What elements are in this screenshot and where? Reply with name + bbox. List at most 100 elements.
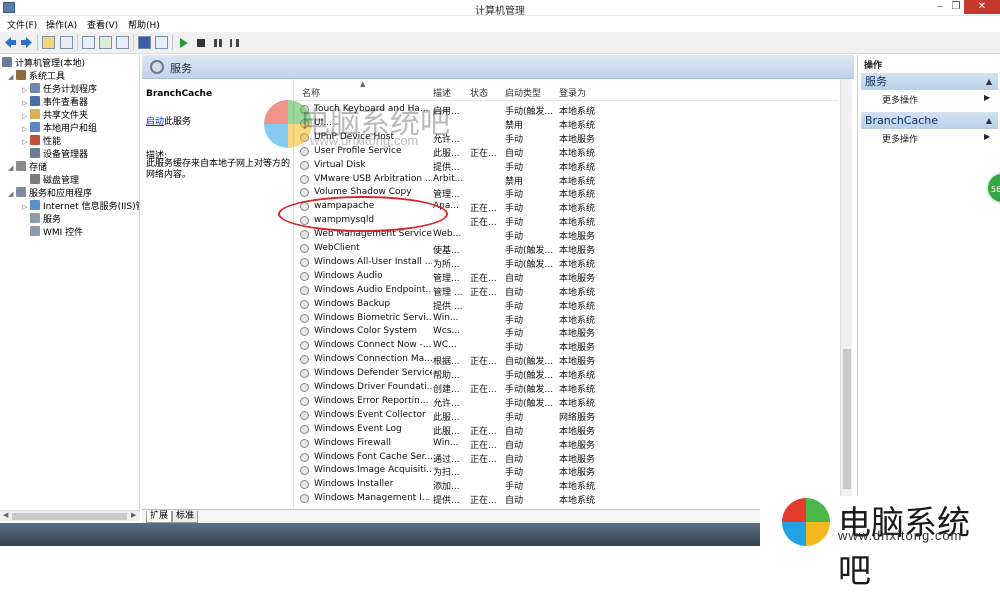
tree-item-iis[interactable]: ▷ Internet 信息服务(IIS)管 xyxy=(22,200,140,214)
tree-item-label: WMI 控件 xyxy=(43,228,84,238)
cell-name: Windows Connect Now -... xyxy=(314,340,432,351)
menu-file[interactable]: 文件(F) xyxy=(7,18,37,31)
table-row[interactable]: Windows Management I... 提供... 正在... 自动 本地系统 xyxy=(294,491,838,506)
table-row[interactable]: Windows Audio Endpoint... 管理 ... 正在... 自动 本地… xyxy=(294,283,838,298)
table-row[interactable]: Windows Connection Ma... 根据... 正在... 自动(触发.… xyxy=(294,352,838,367)
scroll-right-icon[interactable]: ▶ xyxy=(131,511,136,519)
tree-horizontal-scrollbar[interactable]: ◀ ▶ xyxy=(0,510,140,521)
collapse-up-icon[interactable]: ▲ xyxy=(986,73,992,90)
tree-item-wmi-control[interactable]: WMI 控件 xyxy=(30,226,83,239)
tab-extended[interactable]: 扩展 xyxy=(146,511,173,523)
table-row[interactable]: Windows Event Log 此服... 正在... 自动 本地服务 xyxy=(294,422,838,437)
tree-item-task-scheduler[interactable]: ▷ 任务计划程序 xyxy=(22,83,97,96)
cell-name: Windows Connection Ma... xyxy=(314,354,432,365)
event-viewer-icon xyxy=(30,96,40,106)
export-list-icon[interactable] xyxy=(116,36,129,49)
service-gear-icon xyxy=(300,480,309,490)
table-row[interactable]: Windows Firewall Win... 正在... 自动 本地服务 xyxy=(294,436,838,451)
section-label: BranchCache xyxy=(865,114,939,127)
actions-section-branchcache[interactable]: BranchCache ▲ xyxy=(861,112,998,129)
table-row[interactable]: Windows Image Acquisiti... 为扫... 手动 本地服务 xyxy=(294,463,838,478)
table-row[interactable]: WebClient 使基... 手动(触发... 本地服务 xyxy=(294,241,838,256)
column-log-on-as[interactable]: 登录为 xyxy=(559,86,586,99)
table-row[interactable]: Virtual Disk 提供... 手动 本地系统 xyxy=(294,158,838,173)
actions-section-services[interactable]: 服务 ▲ xyxy=(861,73,998,90)
service-gear-icon xyxy=(300,438,309,448)
tree-item-computer-management[interactable]: 计算机管理(本地) xyxy=(2,57,85,70)
service-gear-icon xyxy=(300,327,309,337)
table-row[interactable]: Windows Event Collector 此服... 手动 网络服务 xyxy=(294,408,838,423)
scroll-left-icon[interactable]: ◀ xyxy=(3,511,8,519)
properties-icon[interactable] xyxy=(82,36,95,49)
cell-desc: Arbit... xyxy=(433,173,464,184)
menu-view[interactable]: 查看(V) xyxy=(87,18,118,31)
watermark-logo xyxy=(782,498,830,546)
tree-item-system-tools[interactable]: ◢ 系统工具 xyxy=(8,70,65,83)
stop-service-icon[interactable] xyxy=(197,39,205,47)
table-row[interactable]: Windows All-User Install ... 为所... 手动(触发..… xyxy=(294,255,838,270)
service-gear-icon xyxy=(300,424,309,434)
cell-desc: Win... xyxy=(433,312,459,323)
tree-item-label: 设备管理器 xyxy=(43,150,89,160)
collapse-arrow-icon[interactable]: ◢ xyxy=(8,188,16,201)
scrollbar-thumb[interactable] xyxy=(843,349,851,489)
window-title: 计算机管理 xyxy=(475,6,525,17)
tree-item-label: 磁盘管理 xyxy=(43,176,80,186)
table-row[interactable]: Windows Font Cache Ser... 通过... 正在... 自动 本地服… xyxy=(294,450,838,465)
help-icon[interactable] xyxy=(138,36,151,49)
column-status[interactable]: 状态 xyxy=(470,86,488,99)
table-row[interactable]: Windows Error Reportin... 允许... 手动(触发... 本地… xyxy=(294,394,838,409)
action-label: 更多操作 xyxy=(882,96,919,106)
tree-item-performance[interactable]: ▷ 性能 xyxy=(22,135,61,148)
start-service-link[interactable]: 启动 xyxy=(146,117,164,127)
collapse-arrow-icon[interactable]: ◢ xyxy=(8,162,16,175)
service-gear-icon xyxy=(300,160,309,170)
tree-item-services[interactable]: 服务 xyxy=(30,213,61,226)
collapse-arrow-icon[interactable]: ◢ xyxy=(8,71,16,84)
menu-help[interactable]: 帮助(H) xyxy=(128,18,160,31)
tree-item-shared-folders[interactable]: ▷ 共享文件夹 xyxy=(22,109,88,122)
start-service-icon[interactable] xyxy=(180,38,188,48)
back-arrow-icon[interactable] xyxy=(4,36,17,49)
service-gear-icon xyxy=(300,452,309,462)
tree-item-storage[interactable]: ◢ 存储 xyxy=(8,161,47,174)
restart-service-icon[interactable] xyxy=(230,39,239,47)
table-row[interactable]: VMware USB Arbitration ... Arbit... 禁用 本地系统 xyxy=(294,172,838,187)
more-actions-branchcache[interactable]: 更多操作 ▶ xyxy=(882,132,990,145)
table-row[interactable]: Windows Audio 管理... 正在... 自动 本地服务 xyxy=(294,269,838,284)
column-startup-type[interactable]: 启动类型 xyxy=(505,86,541,99)
refresh-icon[interactable] xyxy=(99,36,112,49)
table-row[interactable]: Windows Driver Foundati... 创建... 正在... 手动(触… xyxy=(294,380,838,395)
show-hide-tree-icon[interactable] xyxy=(60,36,73,49)
table-row[interactable]: Windows Biometric Servi... Win... 手动 本地系统 xyxy=(294,311,838,326)
list-vertical-scrollbar[interactable] xyxy=(840,79,852,509)
scrollbar-thumb[interactable] xyxy=(12,513,127,520)
menu-action[interactable]: 操作(A) xyxy=(46,18,77,31)
pause-service-icon[interactable] xyxy=(214,39,222,47)
table-row[interactable]: Windows Installer 添加... 手动 本地系统 xyxy=(294,477,838,492)
tree-item-label: 共享文件夹 xyxy=(43,111,89,121)
cell-name: Virtual Disk xyxy=(314,159,366,170)
cell-name: Windows Backup xyxy=(314,298,391,309)
tree-item-device-manager[interactable]: 设备管理器 xyxy=(30,148,88,161)
table-row[interactable]: Windows Color System Wcs... 手动 本地服务 xyxy=(294,324,838,339)
table-row[interactable]: Windows Defender Service 帮助... 手动(触发... 本地系… xyxy=(294,366,838,381)
tree-item-event-viewer[interactable]: ▷ 事件查看器 xyxy=(22,96,88,109)
up-folder-icon[interactable] xyxy=(42,36,55,49)
expand-arrow-icon[interactable]: ▷ xyxy=(22,201,30,214)
tree-item-label: Internet 信息服务(IIS)管 xyxy=(43,202,140,212)
forward-arrow-icon[interactable] xyxy=(20,36,33,49)
collapse-up-icon[interactable]: ▲ xyxy=(986,112,992,129)
close-button[interactable]: ✕ xyxy=(964,0,1000,14)
tree-item-services-and-apps[interactable]: ◢ 服务和应用程序 xyxy=(8,187,92,200)
more-actions-services[interactable]: 更多操作 ▶ xyxy=(882,93,990,106)
view-tabs: 扩展 标准 xyxy=(142,509,854,523)
tree-item-disk-management[interactable]: 磁盘管理 xyxy=(30,174,79,187)
cell-name: Windows Font Cache Ser... xyxy=(314,451,432,462)
table-row[interactable]: Windows Backup 提供 ... 手动 本地系统 xyxy=(294,297,838,312)
tree-item-local-users[interactable]: ▷ 本地用户和组 xyxy=(22,122,97,135)
table-row[interactable]: Windows Connect Now -... WC... 手动 本地服务 xyxy=(294,338,838,353)
tab-standard[interactable]: 标准 xyxy=(172,511,199,523)
action-pane-icon[interactable] xyxy=(155,36,168,49)
expand-arrow-icon[interactable]: ▷ xyxy=(22,136,30,149)
